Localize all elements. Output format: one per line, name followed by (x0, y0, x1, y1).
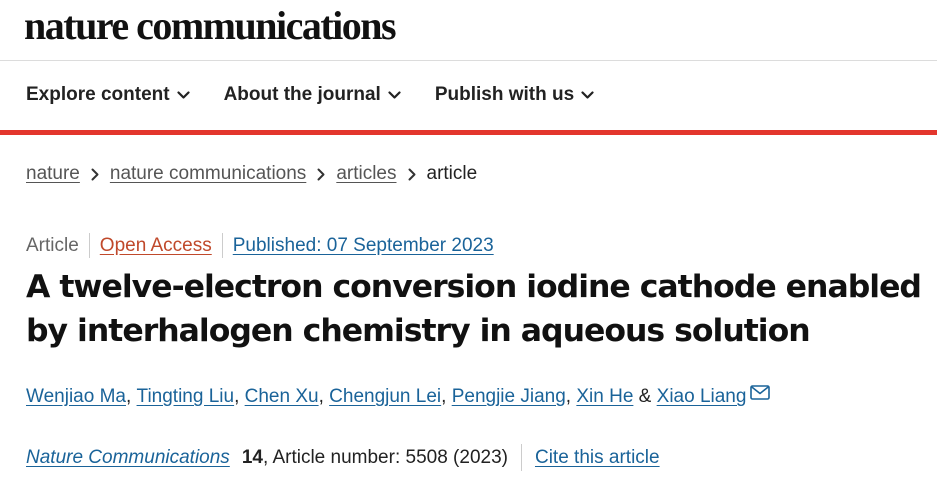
author-link[interactable]: Chen Xu (245, 386, 319, 408)
nav-about-journal-label: About the journal (223, 84, 381, 105)
nav-explore-content-label: Explore content (26, 84, 170, 105)
nav-publish-with-us[interactable]: Publish with us (435, 84, 594, 106)
citation-line: Nature Communications 14 , Article numbe… (26, 444, 660, 471)
author-separator: , (565, 386, 572, 407)
author-link[interactable]: Xin He (576, 386, 633, 408)
chevron-right-icon (317, 168, 325, 181)
mail-icon[interactable] (750, 384, 771, 400)
author-link[interactable]: Chengjun Lei (329, 386, 441, 408)
citation-divider (520, 444, 522, 471)
article-type: Article (26, 234, 79, 256)
accent-bar (0, 130, 937, 135)
breadcrumb-articles[interactable]: articles (336, 163, 396, 185)
author-link[interactable]: Wenjiao Ma (26, 386, 126, 408)
author-separator: , (318, 386, 324, 407)
nav-publish-with-us-label: Publish with us (434, 84, 575, 105)
author-link[interactable]: Xiao Liang (657, 386, 747, 408)
chevron-down-icon (388, 90, 401, 99)
author-ampersand: & (638, 386, 652, 407)
journal-link[interactable]: Nature Communications (26, 447, 230, 469)
meta-divider (88, 233, 90, 258)
site-logo[interactable]: nature communications (24, 2, 397, 49)
nav-about-journal[interactable]: About the journal (224, 84, 401, 106)
chevron-right-icon (408, 168, 416, 181)
main-nav: Explore content About the journal Publis… (26, 84, 594, 106)
article-number: , Article number: 5508 (2023) (262, 446, 508, 468)
chevron-down-icon (581, 90, 594, 99)
author-separator: , (441, 386, 447, 407)
chevron-down-icon (176, 90, 190, 99)
published-date[interactable]: Published: 07 September 2023 (233, 235, 494, 257)
nav-explore-content[interactable]: Explore content (26, 84, 190, 106)
cite-this-article-link[interactable]: Cite this article (535, 447, 660, 469)
article-title: A twelve-electron conversion iodine cath… (26, 265, 937, 353)
author-separator: , (234, 386, 240, 407)
article-title-line-1: A twelve-electron conversion iodine cath… (26, 269, 922, 305)
author-link[interactable]: Tingting Liu (137, 386, 235, 408)
breadcrumb-nature-communications[interactable]: nature communications (110, 163, 306, 185)
article-title-line-2: by interhalogen chemistry in aqueous sol… (26, 313, 811, 349)
breadcrumb: nature nature communications articles ar… (26, 163, 477, 185)
volume: 14 (241, 446, 263, 468)
breadcrumb-nature[interactable]: nature (26, 163, 80, 185)
open-access-link[interactable]: Open Access (100, 235, 212, 257)
article-meta: Article Open Access Published: 07 Septem… (26, 233, 494, 258)
breadcrumb-current: article (426, 163, 478, 184)
author-link[interactable]: Pengjie Jiang (452, 386, 566, 408)
meta-divider (221, 233, 223, 258)
author-separator: , (125, 386, 132, 407)
header-divider (0, 60, 937, 61)
author-list: Wenjiao Ma, Tingting Liu, Chen Xu, Cheng… (26, 384, 771, 408)
chevron-right-icon (91, 168, 99, 181)
